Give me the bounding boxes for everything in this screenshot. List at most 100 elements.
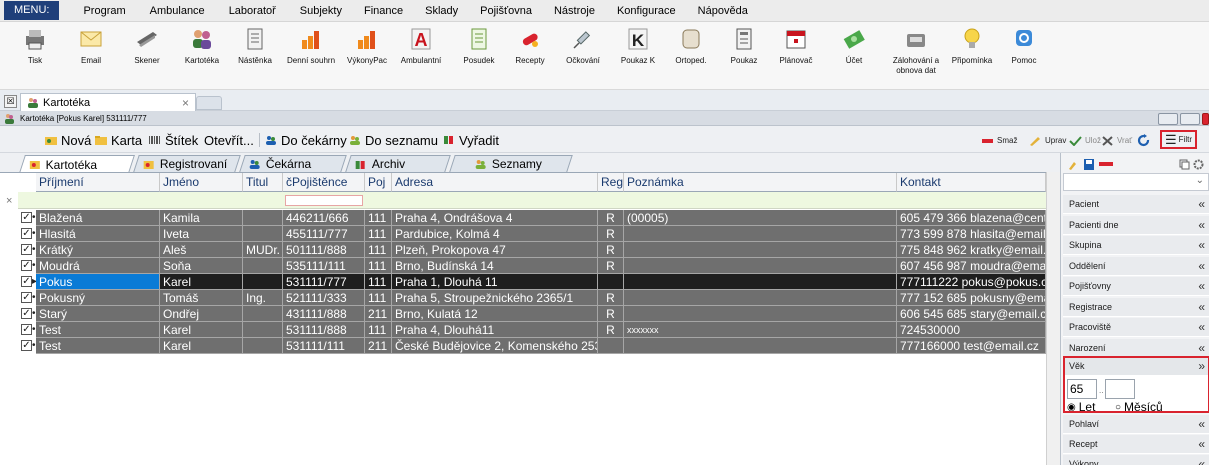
menu-konfigurace[interactable]: Konfigurace xyxy=(607,5,686,17)
toolbar-skener-button[interactable]: Skener xyxy=(126,24,168,88)
cell-reg[interactable]: R xyxy=(598,210,624,226)
tab-kartoteka[interactable]: Kartotéka xyxy=(19,155,135,173)
toolbar-zalohovani-button[interactable]: Zálohování a obnova dat xyxy=(884,24,948,88)
menu-laborator[interactable]: Laboratoř xyxy=(219,5,286,17)
table-row[interactable]: ✓ • Test Karel 531111/888 111 Praha 4, Dlouhá1… xyxy=(18,322,1060,338)
cell-jmeno[interactable]: Iveta xyxy=(160,226,243,242)
cell-kontakt[interactable]: 777166000 test@email.cz xyxy=(897,338,1046,354)
cell-cpoj[interactable]: 531111/888 xyxy=(283,322,365,338)
cell-prijmeni[interactable]: Test xyxy=(36,322,160,338)
column-header-cpojistence[interactable]: čPojištěnce xyxy=(283,173,365,192)
toolbar-recepty-button[interactable]: Recepty xyxy=(508,24,552,88)
menu-finance[interactable]: Finance xyxy=(354,5,413,17)
filtr-button[interactable]: ☰ Filtr xyxy=(1160,130,1197,149)
table-row[interactable]: ✓ • Test Karel 531111/111 211 České Budějovice… xyxy=(18,338,1060,354)
filter-row[interactable] xyxy=(18,192,1060,209)
cell-titul[interactable]: MUDr. xyxy=(243,242,283,258)
filter-section-sections_bottom-1[interactable]: Recept « xyxy=(1063,435,1209,454)
vertical-scrollbar[interactable] xyxy=(1046,172,1060,465)
cell-adresa[interactable]: Praha 4, Dlouhá11 xyxy=(392,322,598,338)
cell-kontakt[interactable]: 724530000 xyxy=(897,322,1046,338)
toolbar-planovac-button[interactable]: Plánovač xyxy=(774,24,818,88)
cell-jmeno[interactable]: Ondřej xyxy=(160,306,243,322)
cell-poznamka[interactable] xyxy=(624,290,897,306)
delete-icon[interactable] xyxy=(1099,162,1113,167)
toolbar-poukaz-k-button[interactable]: K Poukaz K xyxy=(614,24,662,88)
cell-kontakt[interactable]: 777111222 pokus@pokus.c xyxy=(897,274,1046,290)
cell-adresa[interactable]: Praha 4, Ondrášova 4 xyxy=(392,210,598,226)
gear-icon[interactable] xyxy=(1193,159,1204,170)
row-checkbox[interactable]: ✓ xyxy=(21,324,32,335)
menu-label[interactable]: MENU: xyxy=(4,1,60,20)
cell-cpoj[interactable]: 521111/333 xyxy=(283,290,365,306)
toolbar-ortoped-button[interactable]: Ortoped. xyxy=(668,24,714,88)
cell-adresa[interactable]: Praha 5, Stroupežnického 2365/1 xyxy=(392,290,598,306)
menu-sklady[interactable]: Sklady xyxy=(415,5,468,17)
toolbar-nastenka-button[interactable]: Nástěnka xyxy=(233,24,277,88)
toolbar-vykonypac-button[interactable]: VýkonyPac xyxy=(342,24,392,88)
filter-preset-select[interactable]: ⌄ xyxy=(1063,173,1209,191)
toolbar-pomoc-button[interactable]: Pomoc xyxy=(1002,24,1046,88)
menu-program[interactable]: Program xyxy=(73,5,135,17)
cell-poj[interactable]: 111 xyxy=(365,322,392,338)
row-checkbox[interactable]: ✓ xyxy=(21,212,32,223)
new-tab-button[interactable] xyxy=(196,96,222,110)
toolbar-email-button[interactable]: Email xyxy=(70,24,112,88)
column-header-adresa[interactable]: Adresa xyxy=(392,173,598,192)
cell-poznamka[interactable]: (00005) xyxy=(624,210,897,226)
cell-poznamka[interactable] xyxy=(624,258,897,274)
cell-jmeno[interactable]: Aleš xyxy=(160,242,243,258)
otevrit-button[interactable]: Otevřít... xyxy=(204,132,254,148)
menu-pojistovna[interactable]: Pojišťovna xyxy=(470,5,542,17)
cell-reg[interactable]: R xyxy=(598,242,624,258)
filter-section-sections_top-6[interactable]: Pracoviště « xyxy=(1063,318,1209,337)
row-checkbox[interactable]: ✓ xyxy=(21,292,32,303)
cell-reg[interactable]: R xyxy=(598,290,624,306)
cell-jmeno[interactable]: Karel xyxy=(160,322,243,338)
cell-reg[interactable]: R xyxy=(598,258,624,274)
column-header-kontakt[interactable]: Kontakt xyxy=(897,173,1046,192)
save-icon[interactable] xyxy=(1083,158,1095,171)
cell-adresa[interactable]: Plzeň, Prokopova 47 xyxy=(392,242,598,258)
menu-subjekty[interactable]: Subjekty xyxy=(290,5,352,17)
menu-nastroje[interactable]: Nástroje xyxy=(544,5,605,17)
cell-prijmeni[interactable]: Pokusný xyxy=(36,290,160,306)
filter-section-sections_top-5[interactable]: Registrace « xyxy=(1063,297,1209,317)
table-row[interactable]: ✓ • Krátký Aleš MUDr. 501111/888 111 Plzeň, Pro… xyxy=(18,242,1060,258)
cpojistence-filter-input[interactable] xyxy=(285,195,363,206)
cell-adresa[interactable]: Pardubice, Kolmá 4 xyxy=(392,226,598,242)
toolbar-posudek-button[interactable]: Posudek xyxy=(456,24,502,88)
cell-jmeno[interactable]: Karel xyxy=(160,338,243,354)
cell-cpoj[interactable]: 446211/666 xyxy=(283,210,365,226)
filter-section-sections_top-0[interactable]: Pacient « xyxy=(1063,195,1209,214)
column-header-reg[interactable]: Reg xyxy=(598,173,624,192)
cell-cpoj[interactable]: 531111/777 xyxy=(283,274,365,290)
cell-jmeno[interactable]: Kamila xyxy=(160,210,243,226)
cell-kontakt[interactable]: 606 545 685 stary@email.cz xyxy=(897,306,1046,322)
toolbar-ambulantni-button[interactable]: A Ambulantní xyxy=(396,24,446,88)
cell-kontakt[interactable]: 777 152 685 pokusny@ema xyxy=(897,290,1046,306)
cell-prijmeni[interactable]: Test xyxy=(36,338,160,354)
cell-titul[interactable]: Ing. xyxy=(243,290,283,306)
toolbar-tisk-button[interactable]: Tisk xyxy=(14,24,56,88)
toolbar-ockovani-button[interactable]: Očkování xyxy=(560,24,606,88)
cell-jmeno[interactable]: Tomáš xyxy=(160,290,243,306)
cell-prijmeni[interactable]: Pokus xyxy=(36,274,160,290)
refresh-icon[interactable] xyxy=(1137,134,1151,147)
cell-poj[interactable]: 111 xyxy=(365,258,392,274)
smaz-button[interactable]: Smaž xyxy=(981,134,1017,147)
row-checkbox[interactable]: ✓ xyxy=(21,340,32,351)
tab-close-icon[interactable]: × xyxy=(182,96,189,110)
cell-poj[interactable]: 111 xyxy=(365,274,392,290)
menu-napoveda[interactable]: Nápověda xyxy=(688,5,758,17)
cell-titul[interactable] xyxy=(243,258,283,274)
toolbar-pripominka-button[interactable]: Připomínka xyxy=(948,24,996,88)
cell-adresa[interactable]: Brno, Budínská 14 xyxy=(392,258,598,274)
menu-ambulance[interactable]: Ambulance xyxy=(140,5,215,17)
filter-section-sections_bottom-0[interactable]: Pohlaví « xyxy=(1063,415,1209,434)
row-checkbox[interactable]: ✓ xyxy=(21,308,32,319)
row-checkbox[interactable]: ✓ xyxy=(21,244,32,255)
cell-poj[interactable]: 111 xyxy=(365,210,392,226)
cell-titul[interactable] xyxy=(243,322,283,338)
cell-titul[interactable] xyxy=(243,274,283,290)
